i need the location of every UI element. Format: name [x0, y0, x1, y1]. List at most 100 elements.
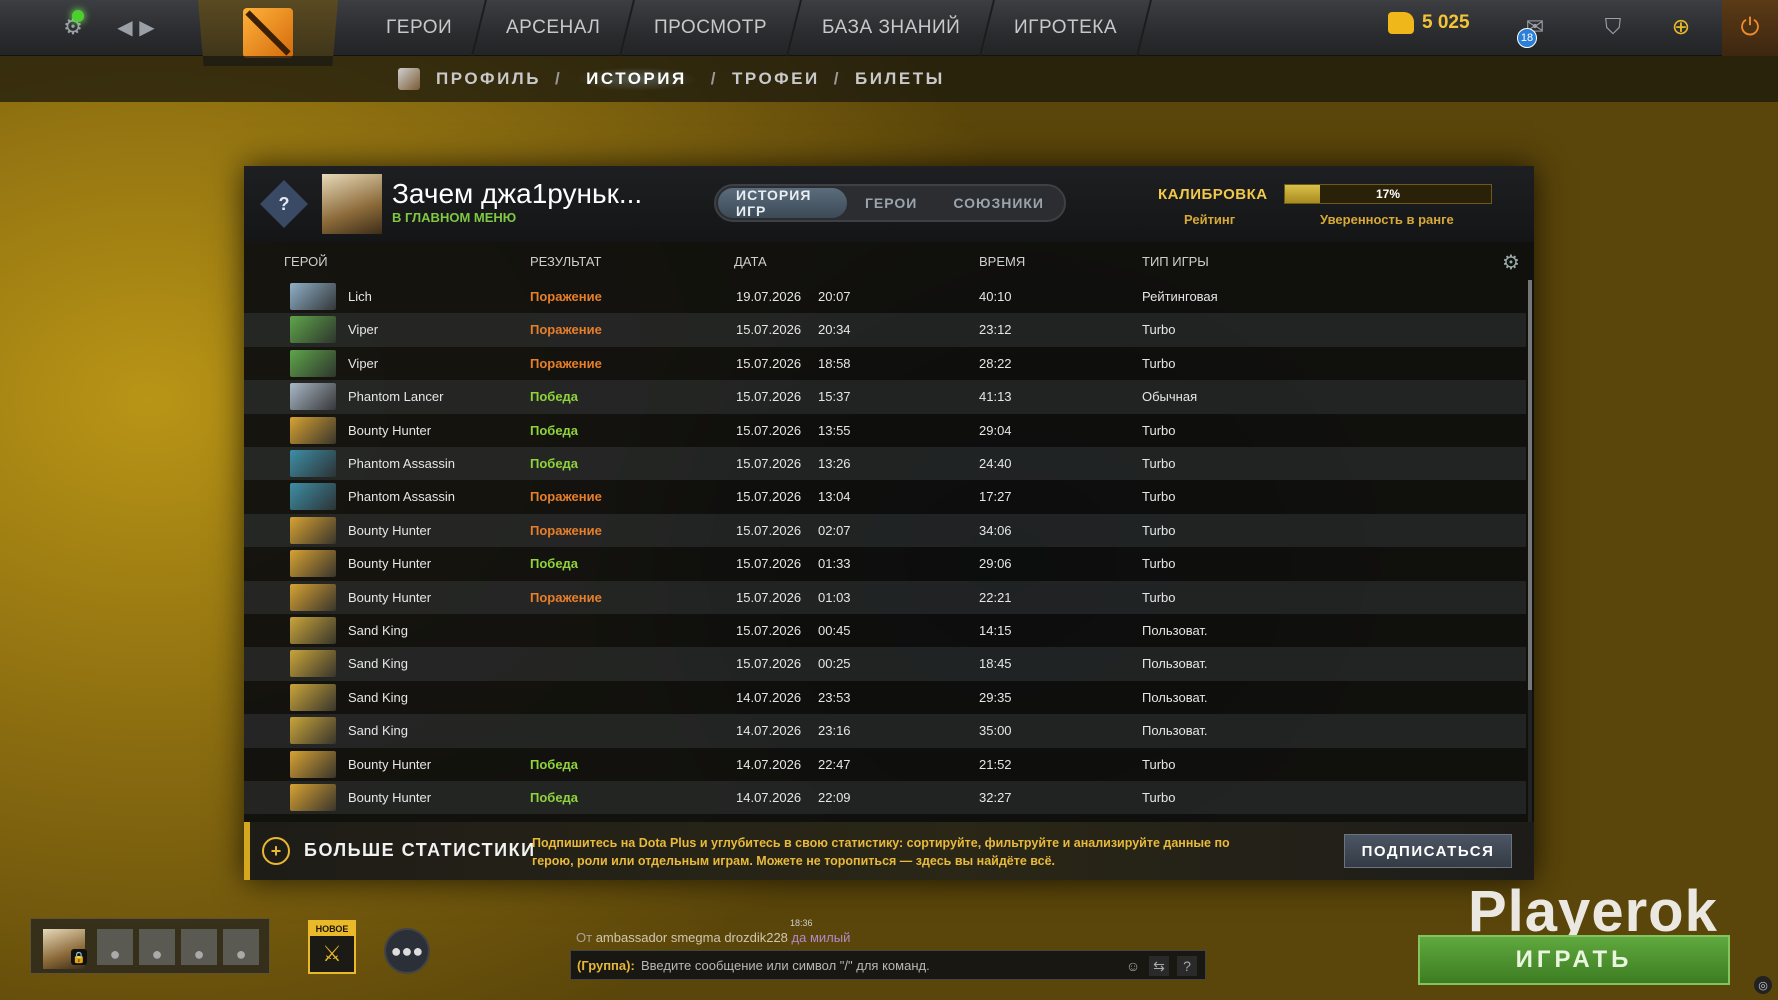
forward-arrow-icon[interactable]: ▶ [132, 12, 162, 42]
tab-allies[interactable]: СОЮЗНИКИ [935, 188, 1062, 218]
nav-knowledge-base[interactable]: БАЗА ЗНАНИЙ [788, 0, 995, 56]
crumb-trophies[interactable]: ТРОФЕИ [732, 69, 820, 89]
match-start-time: 22:47 [818, 756, 851, 772]
nav-armory[interactable]: АРСЕНАЛ [473, 0, 636, 56]
col-hero[interactable]: ГЕРОЙ [284, 254, 328, 269]
match-duration: 14:15 [979, 623, 1012, 638]
player-avatar[interactable] [322, 174, 382, 234]
tab-match-history[interactable]: ИСТОРИЯ ИГР [718, 187, 847, 219]
crumb-tickets[interactable]: БИЛЕТЫ [855, 69, 945, 89]
hero-portrait-icon [290, 383, 336, 411]
table-row[interactable]: Lich Поражение 19.07.2026 20:07 40:10 Рейтинг… [244, 280, 1526, 313]
match-duration: 23:12 [979, 322, 1012, 338]
game-type: Пользоват. [1142, 656, 1208, 672]
match-list-scrollbar[interactable] [1528, 280, 1532, 864]
breadcrumb: ПРОФИЛЬ / ИСТОРИЯ / ТРОФЕИ / БИЛЕТЫ [398, 56, 945, 102]
dota-plus-icon[interactable]: ⊕ [1666, 12, 1696, 42]
hero-portrait-icon [290, 583, 336, 611]
mail-count-badge: 18 [1517, 28, 1537, 48]
rank-medal-icon[interactable]: ? [260, 180, 308, 228]
party-slot-empty[interactable]: ● [223, 929, 259, 965]
friends-icon[interactable]: ●●● [384, 928, 430, 974]
profile-header: ? Зачем джа1руньк... В ГЛАВНОМ МЕНЮ ИСТО… [244, 166, 1534, 242]
table-row[interactable]: Bounty Hunter Победа 15.07.2026 01:33 29:06 T… [244, 547, 1526, 580]
match-date: 15.07.2026 [736, 355, 802, 371]
party-slot-empty[interactable]: ● [139, 929, 175, 965]
player-status: В ГЛАВНОМ МЕНЮ [392, 210, 517, 225]
hero-name: Viper [348, 322, 379, 338]
game-type: Рейтинговая [1142, 289, 1218, 304]
match-date: 14.07.2026 [736, 756, 802, 772]
help-icon[interactable]: ? [1177, 956, 1197, 976]
table-row[interactable]: Phantom Assassin Поражение 15.07.2026 13:04… [244, 480, 1526, 513]
hero-portrait-icon [290, 550, 336, 578]
match-start-time: 01:33 [818, 556, 851, 572]
hero-name: Bounty Hunter [348, 790, 432, 805]
hero-name: Phantom Assassin [348, 456, 455, 471]
tab-heroes[interactable]: ГЕРОИ [847, 188, 935, 218]
col-result[interactable]: РЕЗУЛЬТАТ [530, 254, 601, 269]
nav-heroes[interactable]: ГЕРОИ [353, 0, 488, 56]
crumb-profile[interactable]: ПРОФИЛЬ [436, 69, 541, 89]
nav-watch[interactable]: ПРОСМОТР [621, 0, 803, 56]
table-row[interactable]: Sand King 15.07.2026 00:25 18:45 Пользоват. [244, 647, 1526, 681]
chat-channel[interactable]: (Группа): [577, 958, 635, 973]
profile-subnav: ПРОФИЛЬ / ИСТОРИЯ / ТРОФЕИ / БИЛЕТЫ [0, 56, 1778, 102]
match-duration: 29:35 [979, 689, 1012, 705]
rank-confidence-bar: 17% [1284, 184, 1492, 204]
subscribe-button[interactable]: ПОДПИСАТЬСЯ [1344, 834, 1512, 868]
table-header: ГЕРОЙ РЕЗУЛЬТАТ ДАТА ВРЕМЯ ТИП ИГРЫ ⚙ [244, 242, 1534, 280]
table-row[interactable]: Bounty Hunter Поражение 15.07.2026 01:03 22:… [244, 580, 1526, 614]
banner-title: БОЛЬШЕ СТАТИСТИКИ [304, 840, 536, 860]
hero-name: Bounty Hunter [348, 756, 432, 772]
nav-arcade[interactable]: ИГРОТЕКА [980, 0, 1152, 56]
emoji-icon[interactable]: ☺ [1123, 956, 1143, 976]
chat-input[interactable]: (Группа): Введите сообщение или символ "… [570, 950, 1206, 980]
game-type: Turbo [1142, 589, 1176, 605]
match-start-time: 18:58 [818, 355, 851, 371]
chat-sender[interactable]: ambassador smegma drozdik228 [596, 930, 788, 945]
play-button[interactable]: ИГРАТЬ [1418, 935, 1730, 985]
party-slot-empty[interactable]: ● [97, 929, 133, 965]
exit-power-button[interactable]: ⏻ [1722, 0, 1778, 56]
match-date: 14.07.2026 [736, 790, 802, 805]
table-row[interactable]: Sand King 14.07.2026 23:16 35:00 Пользоват. [244, 714, 1526, 748]
match-date: 15.07.2026 [736, 322, 802, 338]
table-row[interactable]: Bounty Hunter Победа 15.07.2026 13:55 29:04 T… [244, 414, 1526, 447]
match-list: Lich Поражение 19.07.2026 20:07 40:10 Рейтинг… [244, 280, 1530, 870]
table-row[interactable]: Bounty Hunter Поражение 15.07.2026 02:07 34:… [244, 513, 1526, 548]
col-date[interactable]: ДАТА [734, 254, 767, 269]
table-row[interactable]: Phantom Assassin Победа 15.07.2026 13:26 24:… [244, 447, 1526, 481]
crumb-history[interactable]: ИСТОРИЯ [576, 67, 697, 91]
chat-placeholder: Введите сообщение или символ "/" для ком… [641, 958, 930, 973]
hero-portrait-icon [290, 750, 336, 778]
table-row[interactable]: Sand King 14.07.2026 23:53 29:35 Пользоват. [244, 681, 1526, 714]
hero-portrait-icon [290, 450, 336, 477]
party-slot-empty[interactable]: ● [181, 929, 217, 965]
chat-wheel-icon[interactable]: ⇆ [1149, 956, 1169, 976]
hero-portrait-icon [290, 416, 336, 444]
hero-portrait-icon [290, 617, 336, 644]
col-game-type[interactable]: ТИП ИГРЫ [1142, 254, 1209, 269]
rank-confidence-label: Уверенность в ранге [1320, 212, 1454, 227]
col-duration[interactable]: ВРЕМЯ [979, 254, 1025, 269]
history-tabs: ИСТОРИЯ ИГР ГЕРОИ СОЮЗНИКИ [714, 184, 1066, 222]
gold-amount: 5 025 [1422, 12, 1470, 33]
match-start-time: 20:34 [818, 322, 851, 338]
inventory-icon[interactable]: ⛉ [1598, 12, 1628, 42]
new-event-button[interactable]: НОВОЕ ⚔ [308, 920, 356, 974]
table-row[interactable]: Viper Поражение 15.07.2026 18:58 28:22 Turbo [244, 347, 1526, 380]
table-row[interactable]: Sand King 15.07.2026 00:45 14:15 Пользоват. [244, 614, 1526, 647]
match-date: 15.07.2026 [736, 623, 802, 638]
table-row[interactable]: Bounty Hunter Победа 14.07.2026 22:09 32:27 T… [244, 781, 1526, 815]
hero-portrait-icon [290, 349, 336, 377]
player-name: Зачем джа1руньк... [392, 178, 643, 209]
scrollbar-thumb[interactable] [1528, 280, 1532, 690]
table-row[interactable]: Viper Поражение 15.07.2026 20:34 23:12 Turbo [244, 313, 1526, 347]
gold-display[interactable]: 5 025 [1388, 12, 1470, 34]
table-settings-gear-icon[interactable]: ⚙ [1502, 250, 1524, 274]
connection-status-icon[interactable]: ◎ [1754, 976, 1772, 994]
table-row[interactable]: Phantom Lancer Победа 15.07.2026 15:37 41:13… [244, 380, 1526, 414]
table-row[interactable]: Bounty Hunter Победа 14.07.2026 22:47 21:52 T… [244, 748, 1526, 781]
match-result: Поражение [530, 522, 602, 538]
